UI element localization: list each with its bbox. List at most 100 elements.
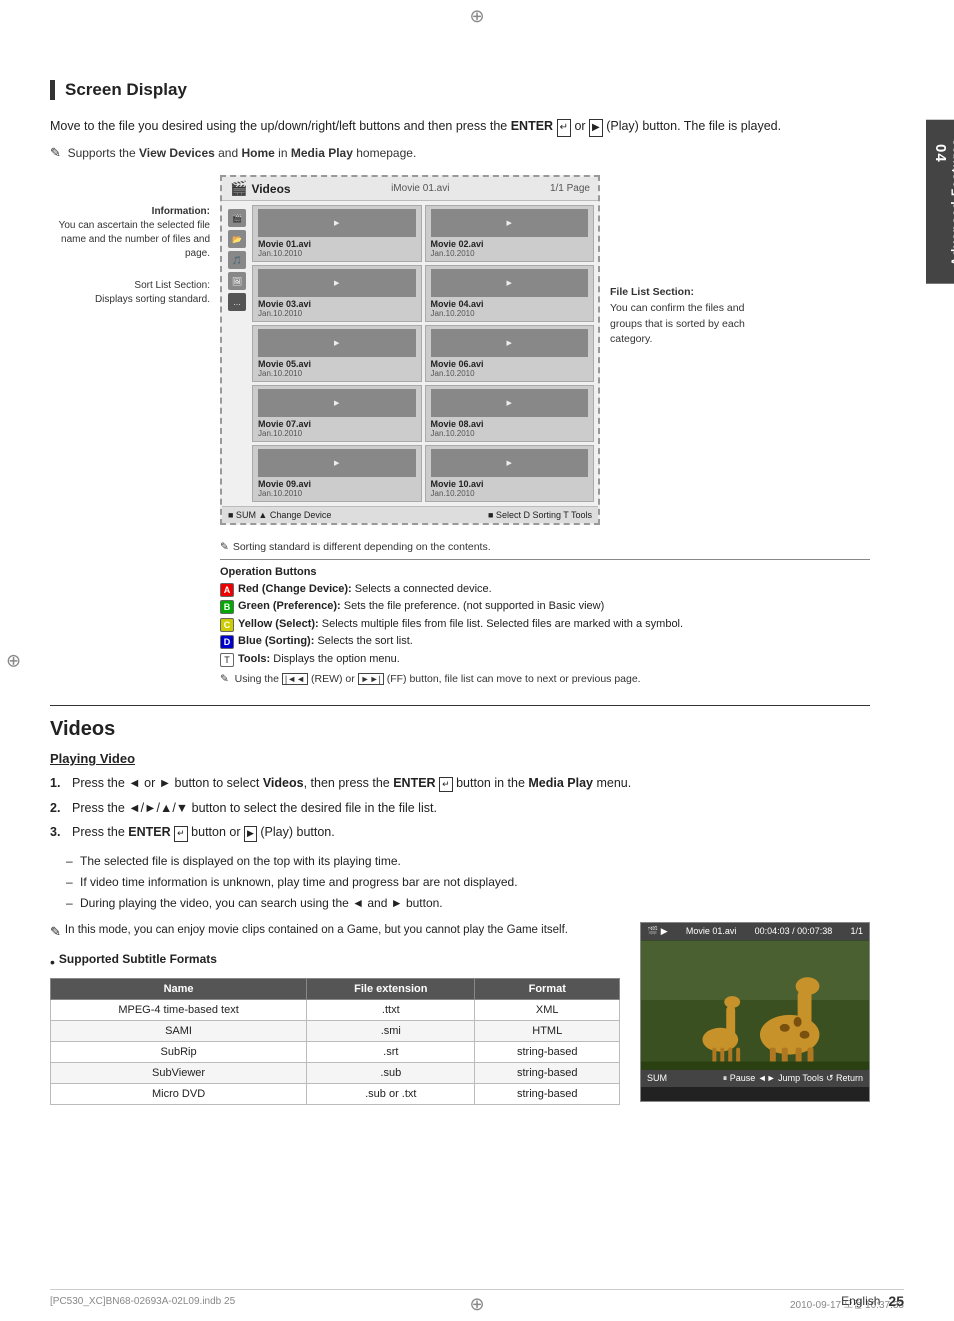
filename-6: Movie 06.avi bbox=[431, 359, 589, 369]
diagram-area: Information: You can ascertain the selec… bbox=[50, 175, 870, 525]
row5-format: string-based bbox=[475, 1083, 620, 1104]
video-player-mockup: 🎬 ▶ Movie 01.avi 00:04:03 / 00:07:38 1/1 bbox=[640, 922, 870, 1102]
op-item-blue: D Blue (Sorting): Selects the sort list. bbox=[220, 634, 870, 649]
filedate-5: Jan.10.2010 bbox=[258, 369, 416, 378]
tab-label: Advanced Features bbox=[949, 138, 954, 266]
bullet-subtitle-formats: • Supported Subtitle Formats bbox=[50, 952, 620, 972]
op-text-blue: Blue (Sorting): Selects the sort list. bbox=[238, 634, 413, 649]
side-tab: 04 Advanced Features bbox=[926, 120, 954, 284]
step-1-text: Press the ◄ or ► button to select Videos… bbox=[72, 774, 631, 793]
thumb-3: ▶ bbox=[258, 269, 416, 297]
op-note: ✎ Using the |◄◄ (REW) or ►►| (FF) button… bbox=[220, 673, 870, 685]
op-text-green: Green (Preference): Sets the file prefer… bbox=[238, 599, 604, 614]
videos-title: Videos bbox=[50, 718, 870, 741]
filedate-4: Jan.10.2010 bbox=[431, 309, 589, 318]
game-note: ✎ In this mode, you can enjoy movie clip… bbox=[50, 922, 620, 942]
table-row-2: SAMI .smi HTML bbox=[51, 1020, 620, 1041]
diagram-right-labels: File List Section: You can confirm the f… bbox=[600, 175, 760, 525]
player-content bbox=[641, 940, 869, 1070]
filename-9: Movie 09.avi bbox=[258, 479, 416, 489]
page-number: 25 bbox=[888, 1293, 904, 1309]
table-row-1: MPEG-4 time-based text .ttxt XML bbox=[51, 999, 620, 1020]
filedate-1: Jan.10.2010 bbox=[258, 249, 416, 258]
filename-5: Movie 05.avi bbox=[258, 359, 416, 369]
row4-name: SubViewer bbox=[51, 1062, 307, 1083]
subtitle-formats-label: Supported Subtitle Formats bbox=[59, 952, 217, 966]
game-note-text: In this mode, you can enjoy movie clips … bbox=[65, 922, 568, 942]
filename-8: Movie 08.avi bbox=[431, 419, 589, 429]
row5-name: Micro DVD bbox=[51, 1083, 307, 1104]
grid-item-1: ▶ Movie 01.avi Jan.10.2010 bbox=[252, 205, 422, 262]
row4-ext: .sub bbox=[307, 1062, 475, 1083]
row1-name: MPEG-4 time-based text bbox=[51, 999, 307, 1020]
row1-format: XML bbox=[475, 999, 620, 1020]
nav-item-2: 📂 bbox=[228, 230, 246, 248]
grid-item-6: ▶ Movie 06.avi Jan.10.2010 bbox=[425, 325, 595, 382]
ui-header-page: 1/1 Page bbox=[550, 183, 590, 194]
ui-mockup-header: 🎬 Videos iMovie 01.avi 1/1 Page bbox=[222, 177, 598, 201]
file-list-label: File List Section: You can confirm the f… bbox=[610, 285, 760, 348]
subtitle-table: Name File extension Format MPEG-4 time-b… bbox=[50, 978, 620, 1105]
filedate-3: Jan.10.2010 bbox=[258, 309, 416, 318]
op-text-red: Red (Change Device): Selects a connected… bbox=[238, 582, 492, 597]
footer-right: ■ Select D Sorting T Tools bbox=[488, 510, 592, 520]
ui-mockup: 🎬 Videos iMovie 01.avi 1/1 Page 🎬 📂 🎵 🖼 … bbox=[220, 175, 600, 525]
thumb-7: ▶ bbox=[258, 389, 416, 417]
step-2-text: Press the ◄/►/▲/▼ button to select the d… bbox=[72, 799, 437, 818]
filename-10: Movie 10.avi bbox=[431, 479, 589, 489]
op-item-yellow: C Yellow (Select): Selects multiple file… bbox=[220, 617, 870, 632]
op-title: Operation Buttons bbox=[220, 566, 317, 578]
info-label: Information: You can ascertain the selec… bbox=[50, 205, 210, 261]
note-line: ✎ Supports the View Devices and Home in … bbox=[50, 145, 870, 161]
thumb-2: ▶ bbox=[431, 209, 589, 237]
filedate-10: Jan.10.2010 bbox=[431, 489, 589, 498]
yellow-key: C bbox=[220, 618, 234, 632]
step-1-num: 1. bbox=[50, 774, 66, 793]
lower-left: ✎ In this mode, you can enjoy movie clip… bbox=[50, 922, 620, 1105]
row4-format: string-based bbox=[475, 1062, 620, 1083]
left-mark: ⊕ bbox=[6, 650, 21, 671]
bullet-2: If video time information is unknown, pl… bbox=[66, 873, 870, 891]
giraffe-image bbox=[641, 940, 869, 1070]
bullet-list: The selected file is displayed on the to… bbox=[66, 852, 870, 912]
grid-item-10: ▶ Movie 10.avi Jan.10.2010 bbox=[425, 445, 595, 502]
screen-display-section: Screen Display Move to the file you desi… bbox=[50, 80, 870, 685]
playing-video-subtitle: Playing Video bbox=[50, 751, 870, 766]
row5-ext: .sub or .txt bbox=[307, 1083, 475, 1104]
filename-2: Movie 02.avi bbox=[431, 239, 589, 249]
row1-ext: .ttxt bbox=[307, 999, 475, 1020]
pencil-icon: ✎ bbox=[220, 541, 229, 553]
nav-item-5: … bbox=[228, 293, 246, 311]
videos-section: Videos Playing Video 1. Press the ◄ or ►… bbox=[50, 718, 870, 1105]
step-3: 3. Press the ENTER ↵ button or ▶ (Play) … bbox=[50, 823, 870, 842]
grid-item-4: ▶ Movie 04.avi Jan.10.2010 bbox=[425, 265, 595, 322]
op-item-tools: T Tools: Displays the option menu. bbox=[220, 652, 870, 667]
ui-left-nav: 🎬 📂 🎵 🖼 … bbox=[226, 205, 248, 502]
table-row-5: Micro DVD .sub or .txt string-based bbox=[51, 1083, 620, 1104]
top-mark: ⊕ bbox=[469, 6, 484, 27]
player-header: 🎬 ▶ Movie 01.avi 00:04:03 / 00:07:38 1/1 bbox=[641, 923, 869, 940]
note-pencil-icon: ✎ bbox=[50, 922, 61, 942]
grid-item-7: ▶ Movie 07.avi Jan.10.2010 bbox=[252, 385, 422, 442]
lower-right: 🎬 ▶ Movie 01.avi 00:04:03 / 00:07:38 1/1 bbox=[640, 922, 870, 1105]
player-footer: SUM ⏸ Pause ◄► Jump Tools ↺ Return bbox=[641, 1070, 869, 1087]
red-key: A bbox=[220, 583, 234, 597]
grid-item-2: ▶ Movie 02.avi Jan.10.2010 bbox=[425, 205, 595, 262]
table-header-ext: File extension bbox=[307, 978, 475, 999]
grid-item-5: ▶ Movie 05.avi Jan.10.2010 bbox=[252, 325, 422, 382]
filename-7: Movie 07.avi bbox=[258, 419, 416, 429]
player-footer-left: SUM bbox=[647, 1073, 667, 1084]
main-content: Screen Display Move to the file you desi… bbox=[0, 40, 920, 1135]
ui-mockup-footer: ■ SUM ▲ Change Device ■ Select D Sorting… bbox=[222, 506, 598, 523]
nav-item-3: 🎵 bbox=[228, 251, 246, 269]
videos-icon: 🎬 bbox=[230, 180, 247, 197]
green-key: B bbox=[220, 600, 234, 614]
step-2: 2. Press the ◄/►/▲/▼ button to select th… bbox=[50, 799, 870, 818]
thumb-10: ▶ bbox=[431, 449, 589, 477]
bottom-mark: ⊕ bbox=[469, 1294, 484, 1315]
table-row-3: SubRip .srt string-based bbox=[51, 1041, 620, 1062]
filename-1: Movie 01.avi bbox=[258, 239, 416, 249]
thumb-6: ▶ bbox=[431, 329, 589, 357]
ui-header-file: iMovie 01.avi bbox=[291, 183, 550, 194]
op-item-red: A Red (Change Device): Selects a connect… bbox=[220, 582, 870, 597]
